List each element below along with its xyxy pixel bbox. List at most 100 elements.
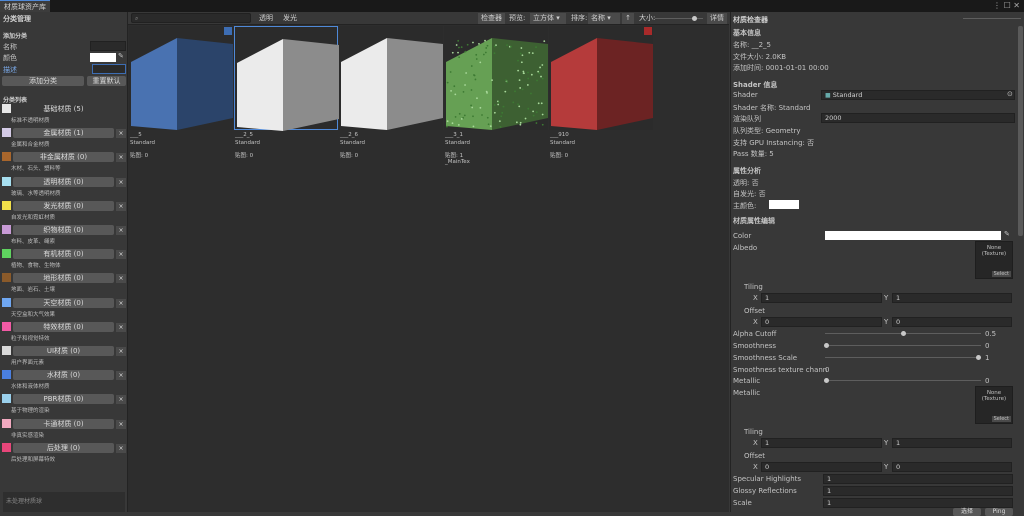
material-thumbnail[interactable] [129, 26, 233, 130]
preview-dropdown[interactable]: 立方体 ▾ [530, 13, 566, 24]
albedo-select-button[interactable]: Select [992, 271, 1011, 277]
smoothness-scale-knob[interactable] [976, 355, 981, 360]
delete-category-icon[interactable]: × [116, 420, 126, 429]
smoothness-value[interactable]: 0 [985, 342, 989, 350]
category-item[interactable]: 天空材质 (0) [13, 298, 114, 308]
category-item[interactable]: UI材质 (0) [13, 346, 114, 356]
category-item[interactable]: 特效材质 (0) [13, 322, 114, 332]
reset-default-button[interactable]: 重置默认 [87, 76, 126, 86]
desc-field[interactable] [92, 64, 126, 74]
category-color-swatch[interactable] [2, 370, 11, 379]
inspector-zoom-slider[interactable] [963, 18, 1021, 19]
delete-category-icon[interactable]: × [116, 274, 126, 283]
tiling2-y-field[interactable]: 1 [892, 438, 1012, 448]
category-color-swatch[interactable] [2, 104, 11, 113]
search-input[interactable]: ⌕ [131, 13, 251, 23]
delete-category-icon[interactable]: × [116, 250, 126, 259]
delete-category-icon[interactable]: × [116, 178, 126, 187]
eyedropper-icon[interactable]: ✎ [118, 52, 124, 60]
window-tab[interactable]: 材质球资产库 [0, 0, 50, 12]
select-asset-button[interactable]: 选择 [953, 508, 981, 516]
add-category-button[interactable]: 添加分类 [2, 76, 84, 86]
category-item[interactable]: 非金属材质 (0) [13, 152, 114, 162]
delete-category-icon[interactable]: × [116, 153, 126, 162]
smoothness-scale-slider[interactable] [825, 357, 981, 358]
material-thumbnail[interactable] [444, 26, 548, 130]
category-color-swatch[interactable] [2, 322, 11, 331]
category-color-swatch[interactable] [2, 249, 11, 258]
delete-category-icon[interactable]: × [116, 347, 126, 356]
category-color-swatch[interactable] [2, 394, 11, 403]
delete-category-icon[interactable]: × [116, 226, 126, 235]
material-thumbnail[interactable] [339, 26, 443, 130]
category-item[interactable]: 基础材质 (5) [13, 104, 114, 114]
category-item[interactable]: 卡通材质 (0) [13, 419, 114, 429]
metallic-select-button[interactable]: Select [992, 416, 1011, 422]
smoothness-scale-value[interactable]: 1 [985, 354, 989, 362]
tiling2-x-field[interactable]: 1 [761, 438, 882, 448]
target-icon[interactable]: ⊙ [1007, 90, 1013, 98]
category-item[interactable]: 透明材质 (0) [13, 177, 114, 187]
render-queue-field[interactable]: 2000 [821, 113, 1015, 123]
specular-field[interactable]: 1 [823, 474, 1013, 484]
category-item[interactable]: 有机材质 (0) [13, 249, 114, 259]
emissive-filter-button[interactable]: 发光 [280, 13, 300, 24]
color-property-field[interactable] [825, 231, 1001, 240]
smoothness-slider[interactable] [825, 345, 981, 346]
size-slider-knob[interactable] [692, 16, 697, 21]
delete-category-icon[interactable]: × [116, 299, 126, 308]
metallic-texture-slot[interactable]: None (Texture) Select [975, 386, 1013, 424]
category-color-swatch[interactable] [2, 201, 11, 210]
delete-category-icon[interactable]: × [116, 202, 126, 211]
alpha-cutoff-value[interactable]: 0.5 [985, 330, 996, 338]
alpha-cutoff-knob[interactable] [901, 331, 906, 336]
category-color-swatch[interactable] [2, 346, 11, 355]
category-item[interactable]: 织物材质 (0) [13, 225, 114, 235]
smoothness-knob[interactable] [824, 343, 829, 348]
glossy-field[interactable]: 1 [823, 486, 1013, 496]
offset-y-field[interactable]: 0 [892, 317, 1012, 327]
tiling-x-field[interactable]: 1 [761, 293, 882, 303]
shader-field[interactable]: ■ Standard [821, 90, 1015, 100]
sort-dropdown[interactable]: 名称 ▾ [588, 13, 620, 24]
category-item[interactable]: 水材质 (0) [13, 370, 114, 380]
scale-field[interactable]: 1 [823, 498, 1013, 508]
tiling-y-field[interactable]: 1 [892, 293, 1012, 303]
category-item[interactable]: 发光材质 (0) [13, 201, 114, 211]
inspector-scrollbar[interactable] [1018, 26, 1023, 236]
offset2-y-field[interactable]: 0 [892, 462, 1012, 472]
metallic-value[interactable]: 0 [985, 377, 989, 385]
category-item[interactable]: 地形材质 (0) [13, 273, 114, 283]
albedo-texture-slot[interactable]: None (Texture) Select [975, 241, 1013, 279]
category-color-swatch[interactable] [2, 298, 11, 307]
category-color-swatch[interactable] [2, 419, 11, 428]
category-color-swatch[interactable] [2, 177, 11, 186]
delete-category-icon[interactable]: × [116, 371, 126, 380]
details-button[interactable]: 详情 [707, 13, 727, 24]
category-color-swatch[interactable] [2, 152, 11, 161]
smoothness-channel-value[interactable]: 0 [825, 366, 829, 374]
delete-category-icon[interactable]: × [116, 444, 126, 453]
name-field[interactable] [90, 41, 126, 51]
window-menu-icon[interactable]: ⋮ ☐ ✕ [993, 1, 1020, 10]
delete-category-icon[interactable]: × [116, 395, 126, 404]
color-field[interactable] [90, 53, 116, 62]
metallic-slider[interactable] [825, 380, 981, 381]
offset2-x-field[interactable]: 0 [761, 462, 882, 472]
metallic-knob[interactable] [824, 378, 829, 383]
category-item[interactable]: 金属材质 (1) [13, 128, 114, 138]
category-color-swatch[interactable] [2, 443, 11, 452]
category-item[interactable]: PBR材质 (0) [13, 394, 114, 404]
material-thumbnail[interactable] [234, 26, 338, 130]
ping-asset-button[interactable]: Ping [985, 508, 1013, 516]
material-thumbnail[interactable] [549, 26, 653, 130]
inspector-button[interactable]: 检查器 [478, 13, 505, 24]
category-color-swatch[interactable] [2, 273, 11, 282]
category-color-swatch[interactable] [2, 225, 11, 234]
eyedropper-icon[interactable]: ✎ [1004, 230, 1010, 238]
transparent-filter-button[interactable]: 透明 [256, 13, 276, 24]
delete-category-icon[interactable]: × [116, 129, 126, 138]
category-item[interactable]: 后处理 (0) [13, 443, 114, 453]
sort-direction-button[interactable]: ↑ [622, 13, 634, 24]
delete-category-icon[interactable]: × [116, 323, 126, 332]
